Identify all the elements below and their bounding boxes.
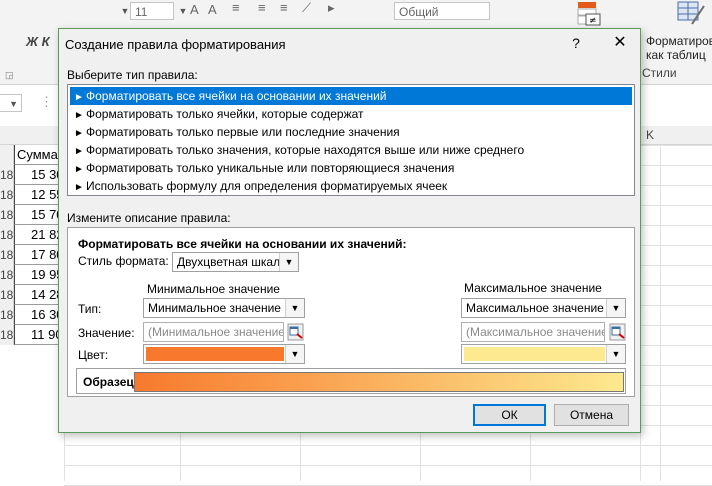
row-header[interactable]: 18	[0, 305, 14, 325]
wrap-text-icon[interactable]: ▸	[328, 0, 335, 16]
rule-type-label: Форматировать только ячейки, которые сод…	[86, 107, 364, 121]
gridline	[660, 145, 661, 481]
rule-type-label: Форматировать только первые или последни…	[86, 125, 400, 139]
rule-type-item[interactable]: ► Форматировать только ячейки, которые со…	[70, 105, 632, 123]
name-box-dropdown-icon[interactable]: ▼	[0, 94, 22, 112]
row-header[interactable]: 18	[0, 265, 14, 285]
styles-group-label: Стили	[642, 66, 677, 80]
type-label: Тип:	[78, 302, 102, 316]
help-icon[interactable]: ?	[569, 33, 583, 53]
row-header[interactable]: 18	[0, 165, 14, 185]
svg-text:≠: ≠	[589, 16, 597, 26]
sheet-cell[interactable]: 15 70	[14, 205, 64, 225]
row-header[interactable]: 18	[0, 185, 14, 205]
rule-type-item[interactable]: ► Форматировать только уникальные или пов…	[70, 159, 632, 177]
align-middle-icon[interactable]: ≡	[258, 0, 266, 15]
format-as-table-icon[interactable]	[676, 0, 706, 26]
color-label: Цвет:	[78, 348, 109, 362]
align-top-icon[interactable]: ≡	[232, 0, 240, 15]
format-as-table-label[interactable]: Форматиров как таблиц	[646, 34, 712, 62]
new-formatting-rule-dialog: Создание правила форматирования ? ✕ Выбе…	[58, 28, 641, 433]
max-color-swatch	[464, 347, 605, 361]
max-color-picker[interactable]: ▼	[461, 344, 626, 364]
sheet-cell[interactable]: 16 30	[14, 305, 64, 325]
dialog-launcher-icon[interactable]: ◲	[5, 70, 14, 81]
chevron-down-icon[interactable]: ▼	[606, 299, 625, 317]
sheet-header-cell[interactable]: Сумма	[14, 145, 64, 165]
chevron-down-icon[interactable]: ▼	[606, 345, 625, 363]
format-style-combo[interactable]: Двухцветная шкала ▼	[172, 252, 299, 272]
max-column-header: Максимальное значение	[464, 281, 602, 295]
rule-type-item[interactable]: ► Использовать формулу для определения фо…	[70, 177, 632, 195]
align-bottom-icon[interactable]: ≡	[280, 0, 288, 15]
min-value-field[interactable]: (Минимальное значение)	[143, 322, 284, 342]
rule-type-item[interactable]: ► Форматировать только значения, которые …	[70, 141, 632, 159]
ok-button[interactable]: ОК	[473, 404, 546, 426]
max-type-value: Максимальное значение	[466, 301, 604, 315]
value-label: Значение:	[78, 326, 135, 340]
font-name-dropdown-icon[interactable]: ▼	[118, 2, 132, 20]
dialog-title: Создание правила форматирования	[65, 37, 286, 52]
rule-type-label: Форматировать только уникальные или повт…	[86, 161, 455, 175]
format-style-value: Двухцветная шкала	[177, 255, 287, 269]
chevron-down-icon[interactable]: ▼	[279, 253, 298, 271]
sheet-cell[interactable]: 17 80	[14, 245, 64, 265]
max-type-combo[interactable]: Максимальное значение ▼	[461, 298, 626, 318]
row-header[interactable]: 18	[0, 245, 14, 265]
arrow-icon: ►	[74, 182, 84, 193]
rule-type-list[interactable]: ► Форматировать все ячейки на основании и…	[67, 84, 635, 196]
min-color-swatch	[146, 347, 284, 361]
format-style-label: Стиль формата:	[78, 254, 169, 268]
sheet-cell[interactable]: 14 28	[14, 285, 64, 305]
range-select-icon[interactable]	[287, 323, 304, 341]
rule-type-label: Форматировать все ячейки на основании их…	[86, 89, 387, 103]
row-header[interactable]	[0, 145, 14, 165]
edit-description-label: Измените описание правила:	[67, 211, 231, 225]
sheet-cell[interactable]: 12 55	[14, 185, 64, 205]
range-select-icon[interactable]	[609, 323, 626, 341]
orientation-icon[interactable]: ⟋	[302, 0, 311, 16]
preview-label: Образец:	[83, 375, 138, 389]
min-type-combo[interactable]: Минимальное значение ▼	[143, 298, 305, 318]
select-rule-type-label: Выберите тип правила:	[67, 68, 198, 82]
min-type-value: Минимальное значение	[148, 301, 281, 315]
sheet-cell[interactable]: 21 82	[14, 225, 64, 245]
rule-description-panel: Форматировать все ячейки на основании их…	[67, 227, 635, 397]
number-format-box[interactable]: Общий	[394, 2, 490, 20]
conditional-formatting-icon[interactable]: ≠	[576, 0, 606, 26]
sheet-cell[interactable]: 15 30	[14, 165, 64, 185]
gridline	[64, 445, 712, 446]
close-icon[interactable]: ✕	[609, 32, 631, 54]
row-header[interactable]: 18	[0, 225, 14, 245]
max-value-field[interactable]: (Максимальное значение)	[461, 322, 605, 342]
bold-italic-buttons[interactable]: Ж К	[26, 34, 50, 49]
rule-type-label: Форматировать только значения, которые н…	[86, 143, 525, 157]
number-format-value: Общий	[399, 5, 439, 19]
cancel-button[interactable]: Отмена	[554, 404, 629, 426]
shrink-font-icon[interactable]: A	[208, 2, 217, 17]
description-title: Форматировать все ячейки на основании их…	[78, 237, 407, 251]
preview-frame: Образец:	[76, 368, 626, 394]
font-size-value: 11	[135, 5, 148, 19]
preview-gradient	[134, 372, 624, 392]
chevron-down-icon[interactable]: ▼	[285, 345, 304, 363]
chevron-down-icon[interactable]: ▼	[285, 299, 304, 317]
font-size-box[interactable]: 11	[130, 2, 174, 20]
gridline	[64, 465, 712, 466]
column-header-k[interactable]: K	[640, 126, 660, 145]
row-header[interactable]: 18	[0, 205, 14, 225]
rule-type-item[interactable]: ► Форматировать все ячейки на основании и…	[70, 87, 632, 105]
row-header[interactable]: 18	[0, 325, 14, 345]
min-column-header: Минимальное значение	[147, 282, 280, 296]
row-header[interactable]: 18	[0, 285, 14, 305]
sheet-cell[interactable]: 19 95	[14, 265, 64, 285]
rule-type-label: Использовать формулу для определения фор…	[86, 179, 448, 193]
min-color-picker[interactable]: ▼	[143, 344, 305, 364]
formula-bar-separator-icon: ⋮	[40, 94, 53, 109]
sheet-cell[interactable]: 11 90	[14, 325, 64, 345]
font-size-dropdown-icon[interactable]: ▼	[176, 2, 190, 20]
grow-font-icon[interactable]: A	[190, 2, 199, 17]
rule-type-item[interactable]: ► Форматировать только первые или последн…	[70, 123, 632, 141]
